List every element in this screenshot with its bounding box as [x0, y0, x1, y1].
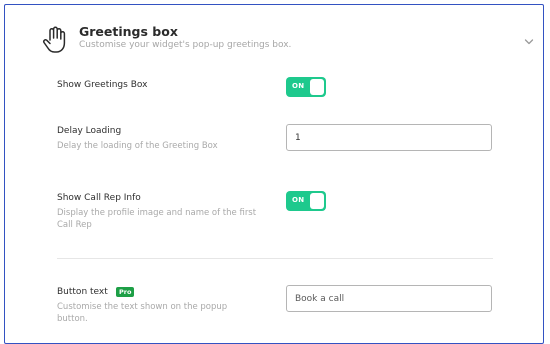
toggle-on-text: ON	[292, 196, 305, 204]
show-call-rep-info-description-line2: Call Rep	[57, 220, 92, 230]
button-text-label: Button text	[57, 287, 108, 297]
show-call-rep-info-label: Show Call Rep Info	[57, 193, 141, 203]
toggle-knob	[310, 193, 324, 209]
hand-icon	[43, 26, 66, 53]
button-text-description-line2: button.	[57, 314, 88, 324]
chevron-down-icon[interactable]	[524, 38, 534, 46]
show-call-rep-info-toggle[interactable]: ON	[286, 191, 326, 211]
toggle-on-text: ON	[292, 82, 305, 90]
section-header[interactable]: Greetings box Customise your widget's po…	[5, 5, 543, 65]
button-text-description-line1: Customise the text shown on the popup	[57, 302, 228, 312]
button-text-input[interactable]	[286, 285, 492, 312]
delay-loading-input[interactable]	[286, 124, 492, 151]
show-greetings-box-toggle[interactable]: ON	[286, 77, 326, 97]
delay-loading-description: Delay the loading of the Greeting Box	[57, 141, 218, 151]
pro-badge: Pro	[116, 287, 135, 297]
section-divider	[57, 258, 493, 259]
delay-loading-label: Delay Loading	[57, 126, 122, 136]
show-call-rep-info-description-line1: Display the profile image and name of th…	[57, 208, 257, 218]
toggle-knob	[310, 79, 324, 95]
section-title: Greetings box	[79, 24, 178, 39]
greetings-box-panel: Greetings box Customise your widget's po…	[4, 4, 544, 344]
section-subtitle: Customise your widget's pop-up greetings…	[79, 40, 292, 50]
show-greetings-box-label: Show Greetings Box	[57, 80, 148, 90]
